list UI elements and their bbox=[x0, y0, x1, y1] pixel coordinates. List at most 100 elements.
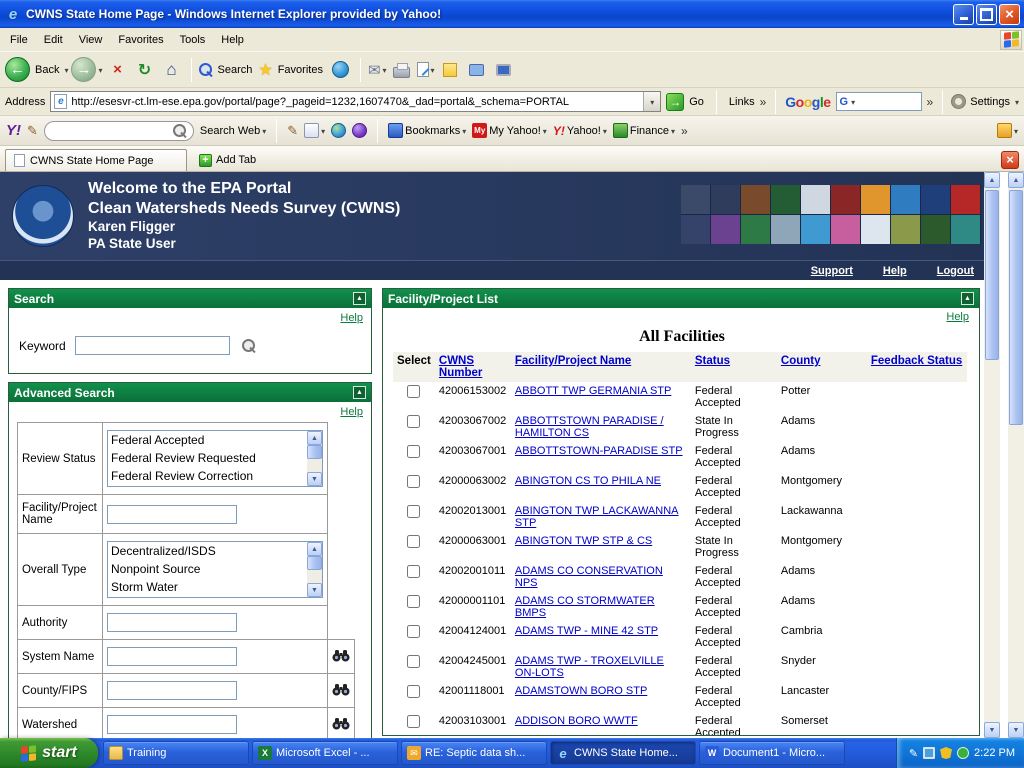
start-button[interactable]: start bbox=[0, 738, 98, 768]
yahoo-overflow-chevron-icon[interactable] bbox=[681, 124, 688, 138]
row-select-checkbox[interactable] bbox=[407, 565, 420, 578]
row-select-checkbox[interactable] bbox=[407, 385, 420, 398]
facility-list-help-link[interactable]: Help bbox=[946, 311, 969, 323]
search-magnifier-icon[interactable] bbox=[242, 339, 256, 353]
scroll-up-icon[interactable]: ▲ bbox=[307, 431, 322, 445]
authority-input[interactable] bbox=[107, 613, 237, 632]
listbox-option[interactable]: Federal Review Correction bbox=[108, 467, 322, 485]
finance-dropdown-icon[interactable] bbox=[671, 125, 675, 137]
row-select-checkbox[interactable] bbox=[407, 685, 420, 698]
browser-scrollbar[interactable]: ▲ ▼ bbox=[1008, 172, 1024, 738]
mail-button[interactable]: ✉ bbox=[368, 61, 387, 79]
listbox-option[interactable]: Federal Accepted bbox=[108, 431, 322, 449]
facility-link[interactable]: ABINGTON CS TO PHILA NE bbox=[515, 475, 661, 487]
watershed-input[interactable] bbox=[107, 715, 237, 734]
my-yahoo-dropdown-icon[interactable] bbox=[543, 125, 547, 137]
web-globe-icon[interactable] bbox=[331, 123, 346, 138]
scroll-up-icon[interactable]: ▲ bbox=[307, 542, 322, 556]
print-button[interactable] bbox=[390, 57, 414, 83]
messenger-button[interactable] bbox=[438, 57, 462, 83]
task-excel[interactable]: X Microsoft Excel - ... bbox=[252, 741, 398, 765]
row-select-checkbox[interactable] bbox=[407, 595, 420, 608]
menu-help[interactable]: Help bbox=[213, 30, 252, 50]
row-select-checkbox[interactable] bbox=[407, 625, 420, 638]
column-feedback-status[interactable]: Feedback Status bbox=[867, 352, 967, 382]
advanced-search-help-link[interactable]: Help bbox=[340, 406, 363, 418]
facility-link[interactable]: ADDISON BORO WWTF bbox=[515, 715, 638, 727]
row-select-checkbox[interactable] bbox=[407, 415, 420, 428]
facility-link[interactable]: ADAMS TWP - TROXELVILLE ON-LOTS bbox=[515, 655, 664, 679]
row-select-checkbox[interactable] bbox=[407, 445, 420, 458]
go-button[interactable]: → Go bbox=[666, 93, 707, 111]
county-fips-input[interactable] bbox=[107, 681, 237, 700]
listbox-option[interactable]: Decentralized/ISDS bbox=[108, 542, 322, 560]
facility-link[interactable]: ADAMS CO CONSERVATION NPS bbox=[515, 565, 663, 589]
listbox-scrollbar[interactable]: ▲ ▼ bbox=[307, 542, 322, 597]
yahoo-extra-button[interactable] bbox=[997, 123, 1018, 138]
close-button[interactable] bbox=[999, 4, 1020, 25]
menu-favorites[interactable]: Favorites bbox=[110, 30, 171, 50]
logout-link[interactable]: Logout bbox=[937, 265, 974, 277]
row-select-checkbox[interactable] bbox=[407, 655, 420, 668]
yahoo-home-button[interactable]: Y! Yahoo! bbox=[553, 124, 607, 138]
address-url[interactable]: http://esesvr-ct.lm-ese.epa.gov/portal/p… bbox=[71, 96, 639, 108]
facility-link[interactable]: ABINGTON TWP LACKAWANNA STP bbox=[515, 505, 679, 529]
home-button[interactable]: ⌂ bbox=[160, 57, 184, 83]
inner-frame-scrollbar[interactable]: ▲ ▼ bbox=[984, 172, 1000, 738]
support-link[interactable]: Support bbox=[811, 265, 853, 277]
scrollbar-thumb[interactable] bbox=[1009, 190, 1023, 425]
edit-button[interactable] bbox=[417, 62, 435, 77]
stop-button[interactable]: × bbox=[106, 57, 130, 83]
row-select-checkbox[interactable] bbox=[407, 475, 420, 488]
binoculars-lookup-icon[interactable] bbox=[332, 687, 350, 699]
row-select-checkbox[interactable] bbox=[407, 535, 420, 548]
search-web-button[interactable]: Search Web bbox=[200, 125, 266, 137]
facility-link[interactable]: ABBOTT TWP GERMANIA STP bbox=[515, 385, 671, 397]
back-button[interactable]: ← Back bbox=[5, 57, 68, 82]
tabbar-close-button[interactable] bbox=[1001, 151, 1019, 169]
listbox-option[interactable]: Nonpoint Source bbox=[108, 560, 322, 578]
links-button[interactable]: Links bbox=[726, 95, 766, 109]
row-select-checkbox[interactable] bbox=[407, 505, 420, 518]
overall-type-listbox[interactable]: Decentralized/ISDS Nonpoint Source Storm… bbox=[107, 541, 323, 598]
listbox-option[interactable]: Federal Review Requested bbox=[108, 449, 322, 467]
google-search-input[interactable]: G bbox=[836, 92, 922, 111]
search-help-link[interactable]: Help bbox=[340, 312, 363, 324]
task-outlook-message[interactable]: ✉ RE: Septic data sh... bbox=[401, 741, 547, 765]
column-county[interactable]: County bbox=[777, 352, 867, 382]
facility-link[interactable]: ADAMSTOWN BORO STP bbox=[515, 685, 647, 697]
scroll-down-icon[interactable]: ▼ bbox=[307, 583, 322, 597]
favorites-button[interactable]: ★ Favorites bbox=[258, 60, 326, 80]
restore-button[interactable] bbox=[976, 4, 997, 25]
settings-button[interactable]: Settings bbox=[952, 95, 1019, 108]
settings-dropdown-icon[interactable] bbox=[1015, 96, 1019, 108]
scroll-up-icon[interactable]: ▲ bbox=[984, 172, 1000, 188]
scroll-down-icon[interactable]: ▼ bbox=[984, 722, 1000, 738]
links-chevron-icon[interactable] bbox=[760, 95, 767, 109]
history-button[interactable] bbox=[329, 57, 353, 83]
help-link[interactable]: Help bbox=[883, 265, 907, 277]
scroll-down-icon[interactable]: ▼ bbox=[307, 472, 322, 486]
row-select-checkbox[interactable] bbox=[407, 715, 420, 728]
scrollbar-thumb[interactable] bbox=[307, 556, 322, 570]
column-status[interactable]: Status bbox=[691, 352, 777, 382]
antivirus-tray-icon[interactable] bbox=[957, 747, 969, 759]
review-status-listbox[interactable]: Federal Accepted Federal Review Requeste… bbox=[107, 430, 323, 487]
security-shield-icon[interactable] bbox=[940, 747, 952, 759]
mail-dropdown-icon[interactable] bbox=[383, 64, 387, 76]
pencil-icon[interactable]: ✎ bbox=[27, 123, 38, 139]
column-cwns-number[interactable]: CWNS Number bbox=[435, 352, 511, 382]
forward-button[interactable]: → bbox=[71, 57, 102, 82]
menu-file[interactable]: File bbox=[2, 30, 36, 50]
finance-button[interactable]: Finance bbox=[613, 123, 675, 138]
column-facility-name[interactable]: Facility/Project Name bbox=[511, 352, 691, 382]
bookmarks-button[interactable]: Bookmarks bbox=[388, 123, 466, 138]
scrollbar-thumb[interactable] bbox=[985, 190, 999, 360]
facility-link[interactable]: ADAMS CO STORMWATER BMPS bbox=[515, 595, 655, 619]
collapse-panel-icon[interactable]: ▲ bbox=[961, 292, 974, 305]
yahoo-messenger-icon[interactable] bbox=[352, 123, 367, 138]
bookmarks-dropdown-icon[interactable] bbox=[462, 125, 466, 137]
task-training[interactable]: Training bbox=[103, 741, 249, 765]
research-button[interactable] bbox=[492, 57, 516, 83]
back-dropdown-icon[interactable] bbox=[64, 64, 68, 76]
